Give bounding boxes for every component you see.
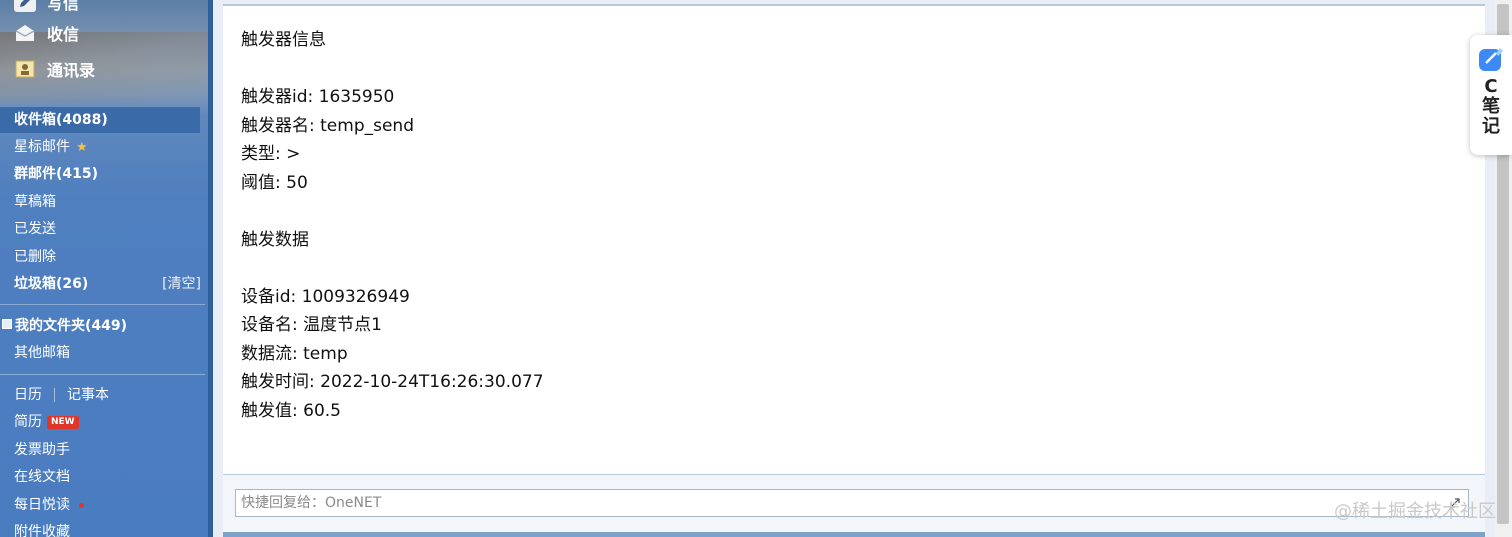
folder-spam[interactable]: 垃圾箱(26) [清空]: [0, 271, 205, 297]
c-note-widget[interactable]: C 笔 记: [1470, 35, 1512, 155]
mail-line: 数据流: temp: [241, 343, 348, 364]
mail-line: 触发器信息: [241, 30, 326, 50]
main-panel: 触发器信息 触发器id: 1635950 触发器名: temp_send 类型:…: [213, 0, 1495, 537]
mail-line: [241, 55, 544, 84]
attachments-label: 附件收藏: [14, 524, 70, 537]
invoice-link[interactable]: 发票助手: [14, 437, 70, 463]
folder-spam-label: 垃圾箱(26): [14, 276, 89, 292]
folder-deleted[interactable]: 已删除: [0, 244, 200, 270]
sidebar: 写信 收信 通讯录 收件箱(4088) 星标邮件 ★ 群邮件(415) 草稿箱 已…: [0, 0, 213, 537]
compose-button[interactable]: 写信: [14, 0, 79, 16]
divider: [0, 304, 205, 305]
mail-content: 触发器信息 触发器id: 1635950 触发器名: temp_send 类型:…: [223, 4, 1485, 474]
compose-icon: [14, 0, 36, 12]
mail-line: 类型: >: [241, 144, 301, 164]
mail-line: [241, 197, 544, 226]
mail-line: 设备名: 温度节点1: [241, 315, 382, 335]
expand-icon[interactable]: [2, 319, 12, 329]
compose-label: 写信: [47, 0, 80, 13]
mail-line: [241, 254, 544, 283]
folder-sent[interactable]: 已发送: [0, 216, 200, 242]
contacts-label: 通讯录: [47, 61, 96, 80]
watermark: @稀土掘金技术社区: [1334, 501, 1496, 522]
folder-my-folders[interactable]: 我的文件夹(449): [0, 313, 200, 339]
daily-read-label: 每日悦读: [14, 497, 70, 513]
folder-other-mailbox[interactable]: 其他邮箱: [0, 340, 200, 366]
quick-reply-placeholder: 快捷回复给：OneNET: [241, 495, 382, 511]
folder-other-mailbox-label: 其他邮箱: [14, 345, 70, 361]
folder-group[interactable]: 群邮件(415): [0, 161, 200, 187]
mail-line: 阈值: 50: [241, 172, 308, 193]
divider: [54, 388, 55, 402]
invoice-label: 发票助手: [14, 442, 70, 458]
folder-starred-label: 星标邮件: [14, 139, 70, 155]
mail-line: 设备id: 1009326949: [241, 286, 410, 307]
folder-drafts-label: 草稿箱: [14, 194, 56, 210]
notebook-link[interactable]: 记事本: [67, 382, 109, 408]
folder-drafts[interactable]: 草稿箱: [0, 189, 200, 215]
note-widget-text: C 笔 记: [1482, 76, 1500, 137]
notification-dot: [79, 502, 84, 508]
inbox-nav-button[interactable]: 收信: [14, 19, 79, 47]
tools-row-calendar: 日历 记事本: [14, 382, 109, 408]
mail-line: 触发时间: 2022-10-24T16:26:30.077: [241, 372, 544, 392]
docs-label: 在线文档: [14, 469, 70, 485]
folder-deleted-label: 已删除: [14, 249, 56, 265]
empty-spam-link[interactable]: [清空]: [162, 271, 201, 297]
folder-my-folders-label: 我的文件夹(449): [15, 318, 128, 334]
new-badge: NEW: [47, 415, 79, 429]
mail-line: 触发器名: temp_send: [241, 115, 414, 136]
bottom-toolbar-edge: [223, 532, 1485, 537]
calendar-link[interactable]: 日历: [14, 382, 42, 408]
docs-link[interactable]: 在线文档: [14, 464, 70, 490]
mail-line: 触发器id: 1635950: [241, 87, 395, 107]
folder-starred[interactable]: 星标邮件 ★: [0, 134, 200, 160]
note-logo-icon: [1479, 48, 1503, 71]
mail-body: 触发器信息 触发器id: 1635950 触发器名: temp_send 类型:…: [241, 26, 544, 425]
divider: [0, 374, 205, 375]
mail-line: 触发值: 60.5: [241, 400, 341, 421]
contacts-icon: [14, 59, 36, 79]
folder-inbox[interactable]: 收件箱(4088): [0, 107, 200, 133]
folder-inbox-label: 收件箱(4088): [14, 112, 108, 128]
inbox-icon: [14, 23, 36, 43]
inbox-nav-label: 收信: [47, 25, 80, 44]
quick-reply-area: 快捷回复给：OneNET: [223, 474, 1485, 533]
folder-group-label: 群邮件(415): [14, 166, 99, 182]
contacts-button[interactable]: 通讯录: [14, 55, 95, 83]
quick-reply-input[interactable]: 快捷回复给：OneNET: [235, 489, 1469, 517]
resume-link[interactable]: 简历 NEW: [14, 409, 79, 435]
mail-line: 触发数据: [241, 229, 309, 250]
star-icon: ★: [76, 140, 88, 155]
attachments-link[interactable]: 附件收藏: [14, 519, 70, 537]
resume-label: 简历: [14, 414, 42, 430]
daily-read-link[interactable]: 每日悦读: [14, 492, 84, 518]
folder-sent-label: 已发送: [14, 221, 56, 237]
